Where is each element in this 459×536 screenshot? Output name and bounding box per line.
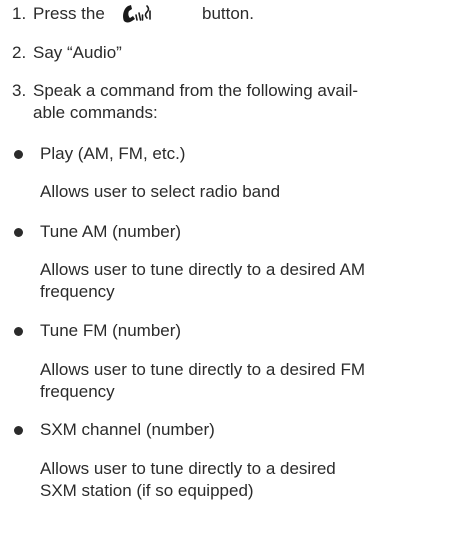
command-name: Play (AM, FM, etc.)	[40, 144, 186, 163]
step-1-text-after: button.	[202, 4, 254, 23]
command-description-line: frequency	[40, 282, 115, 301]
command-name: Tune AM (number)	[40, 222, 182, 241]
command-name: SXM channel (number)	[40, 420, 215, 439]
step-1-text-before: Press the	[33, 4, 105, 23]
command-description-line: Allows user to tune directly to a desire…	[40, 260, 366, 279]
bullet-icon	[14, 327, 23, 336]
command-description-line: Allows user to select radio band	[40, 182, 281, 201]
command-description-line: Allows user to tune directly to a desire…	[40, 360, 366, 379]
step-2-text: Say “Audio”	[33, 43, 122, 62]
step-3-text-line-2: able commands:	[33, 103, 158, 122]
step-number: 1.	[12, 4, 27, 23]
bullet-icon	[14, 150, 23, 159]
bullet-icon	[14, 228, 23, 237]
talk-phone-icon	[123, 5, 151, 23]
step-number: 2.	[12, 43, 27, 62]
step-3-text-line-1: Speak a command from the following avail…	[33, 81, 359, 100]
step-number: 3.	[12, 81, 27, 100]
command-description-line: Allows user to tune directly to a desire…	[40, 459, 336, 478]
command-name: Tune FM (number)	[40, 321, 182, 340]
command-description-line: SXM station (if so equipped)	[40, 481, 254, 500]
instruction-page: 1. Press the button. 2. Say “Audio” 3. S…	[0, 0, 459, 536]
command-description-line: frequency	[40, 382, 115, 401]
bullet-icon	[14, 426, 23, 435]
